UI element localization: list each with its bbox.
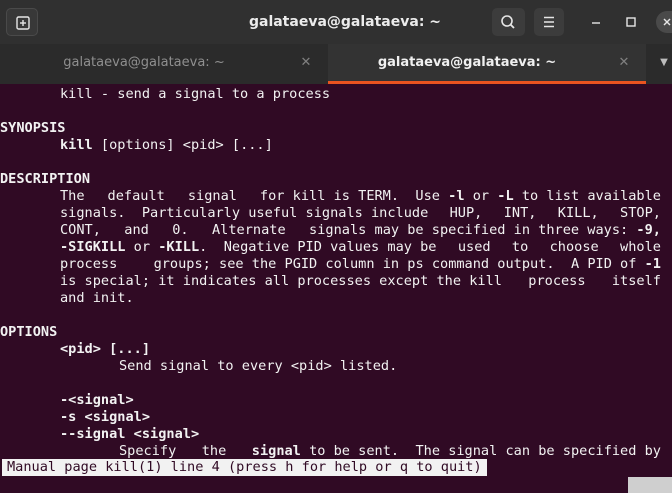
text-fragment: whole [620, 239, 661, 255]
search-icon [501, 15, 515, 29]
option-name: --signal <signal> [60, 426, 200, 442]
status-line: Manual page kill(1) line 4 (press h for … [2, 459, 487, 476]
text-fragment: CONT, [60, 222, 101, 238]
text-fragment: for kill is TERM. Use -l or -L to list a… [259, 188, 661, 204]
text-fragment: the [201, 443, 227, 459]
text-fragment: and [124, 222, 149, 238]
text-fragment: The [60, 188, 85, 204]
text-fragment: KILL, [557, 205, 599, 221]
text-fragment: Alternate [211, 222, 286, 238]
tab-bar: galataeva@galataeva: ~ ✕ galataeva@galat… [0, 44, 672, 84]
text-fragment: process [60, 256, 118, 272]
synopsis-line: kill [options] <pid> [...] [60, 137, 273, 154]
text-fragment: -SIGKILL or -KILL. Negative PID values m… [60, 239, 437, 255]
synopsis-heading: SYNOPSIS [0, 120, 66, 136]
text-fragment: process [528, 273, 586, 289]
text-fragment: choose [549, 239, 599, 255]
synopsis-args: [options] <pid> [...] [92, 137, 273, 153]
hamburger-menu-icon [544, 16, 554, 28]
text-fragment: to [511, 239, 529, 255]
text-fragment: signals. Particularly useful signals inc… [60, 205, 429, 221]
tab-list-dropdown-icon[interactable]: ▼ [656, 48, 672, 78]
man-name-line: kill - send a signal to a process [60, 86, 331, 102]
tab-active[interactable]: galataeva@galataeva: ~ ✕ [328, 44, 646, 84]
new-tab-button[interactable] [6, 8, 38, 36]
text-fragment: signal to be sent. The signal can be spe… [251, 443, 661, 459]
text-fragment: signals may be specified in three ways: … [309, 222, 661, 238]
text-fragment: 0. [172, 222, 189, 238]
option-name: -<signal> [60, 392, 134, 408]
close-icon [663, 18, 671, 26]
description-heading: DESCRIPTION [0, 171, 91, 187]
maximize-button[interactable] [620, 11, 642, 33]
option-description: Specify the signal to be sent. The signal … [119, 443, 661, 460]
description-line: signals. Particularly useful signals inc… [60, 205, 661, 222]
option-name: <pid> [...] [60, 341, 151, 357]
search-button[interactable] [492, 8, 525, 36]
text-fragment: signal [187, 188, 237, 204]
text-fragment: default [107, 188, 165, 204]
minimize-button[interactable] [585, 11, 607, 33]
text-fragment: Specify [119, 443, 177, 459]
terminal-output[interactable]: kill - send a signal to a process SYNOPS… [0, 84, 672, 493]
description-line: and init. [60, 290, 134, 306]
window-title: galataeva@galataeva: ~ [248, 14, 442, 30]
text-fragment: INT, [503, 205, 537, 221]
menu-button[interactable] [534, 8, 564, 36]
tab-label: galataeva@galataeva: ~ [377, 55, 557, 70]
description-line: is special; it indicates all processes e… [60, 273, 661, 290]
header-bar: galataeva@galataeva: ~ [0, 0, 672, 44]
text-fragment: STOP, [620, 205, 661, 221]
text-fragment: is special; it indicates all processes e… [60, 273, 502, 289]
description-line: process groups; see the PGID column in ps… [60, 256, 661, 273]
text-fragment: used [457, 239, 491, 255]
tab-close-icon[interactable]: ✕ [298, 54, 314, 72]
description-line: CONT, and 0. Alternate signals may be specif… [60, 222, 661, 239]
new-tab-icon [16, 16, 30, 30]
tab-close-icon[interactable]: ✕ [616, 54, 632, 72]
maximize-icon [626, 17, 636, 27]
tab-inactive[interactable]: galataeva@galataeva: ~ ✕ [0, 44, 328, 84]
text-fragment: itself [611, 273, 661, 289]
option-name: -s <signal> [60, 409, 151, 425]
description-line: The default signal for kill is TERM. Use -l… [60, 188, 661, 205]
minimize-icon [592, 22, 600, 24]
text-fragment: groups; see the PGID column in ps comman… [153, 256, 661, 272]
tab-label: galataeva@galataeva: ~ [63, 55, 225, 70]
resize-corner [628, 477, 672, 493]
option-description: Send signal to every <pid> listed. [119, 358, 398, 374]
close-button[interactable] [656, 11, 672, 33]
description-line: -SIGKILL or -KILL. Negative PID values m… [60, 239, 661, 256]
synopsis-command: kill [60, 137, 93, 153]
options-heading: OPTIONS [0, 324, 58, 340]
text-fragment: HUP, [449, 205, 483, 221]
